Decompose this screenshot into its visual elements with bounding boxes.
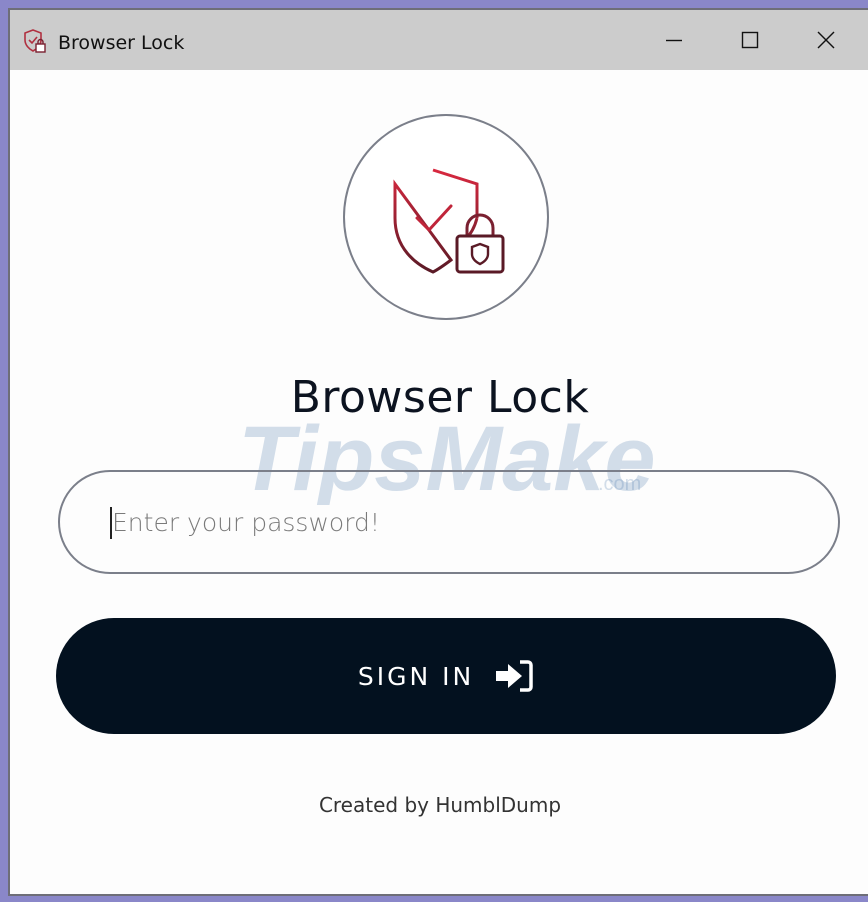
close-button[interactable] bbox=[788, 10, 864, 70]
title-bar[interactable]: Browser Lock bbox=[10, 10, 868, 70]
app-heading: Browser Lock bbox=[290, 372, 590, 423]
credit-text: Created by HumblDump bbox=[318, 793, 562, 817]
text-caret bbox=[110, 507, 112, 539]
close-icon bbox=[817, 31, 835, 49]
sign-in-button[interactable]: SIGN IN bbox=[56, 618, 836, 734]
sign-in-label: SIGN IN bbox=[357, 661, 475, 691]
maximize-icon bbox=[741, 31, 759, 49]
maximize-button[interactable] bbox=[712, 10, 788, 70]
sign-in-icon bbox=[496, 660, 533, 692]
app-window: Browser Lock Browser Lock TipsMake .com … bbox=[8, 8, 868, 896]
shield-check-lock-icon bbox=[393, 168, 505, 274]
logo-badge bbox=[343, 114, 549, 320]
window-title: Browser Lock bbox=[58, 32, 185, 54]
minimize-button[interactable] bbox=[636, 10, 712, 70]
minimize-icon bbox=[666, 39, 682, 42]
password-input[interactable] bbox=[58, 470, 840, 574]
app-shield-icon bbox=[24, 29, 46, 53]
